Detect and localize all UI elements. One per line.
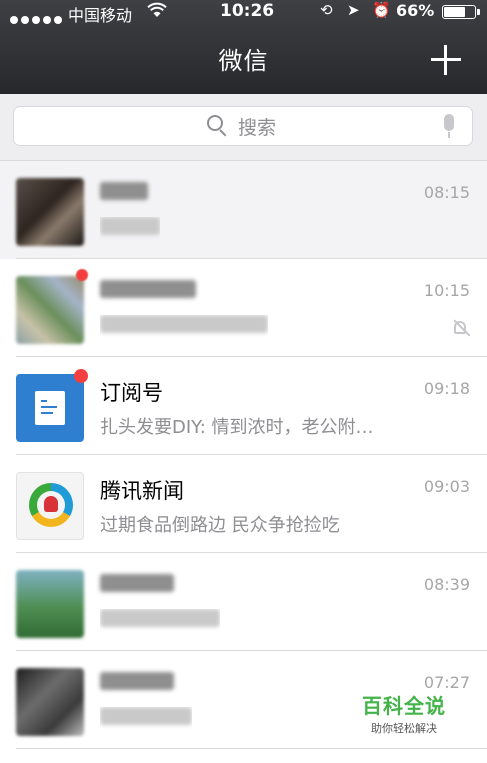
navigation-bar: 中国移动 10:26 ⟲ ➤ ⏰ 66% 微信 — [0, 0, 487, 94]
chat-preview-redacted — [100, 217, 160, 240]
status-bar: 中国移动 10:26 ⟲ ➤ ⏰ 66% — [0, 0, 487, 25]
wifi-icon — [147, 1, 167, 23]
chat-time: 09:03 — [423, 477, 470, 496]
tencent-news-icon — [16, 472, 84, 540]
chat-name: 订阅号 — [100, 381, 163, 405]
alarm-clock-icon: ⏰ — [372, 1, 391, 19]
chat-time: 08:39 — [423, 575, 470, 594]
chat-preview-redacted — [100, 707, 192, 730]
unread-dot — [74, 369, 88, 383]
subscription-document-icon — [16, 374, 84, 442]
avatar — [16, 570, 84, 638]
chat-name: 腾讯新闻 — [100, 479, 184, 503]
chat-preview-redacted — [100, 315, 268, 338]
search-icon — [207, 115, 227, 137]
chat-preview: 扎头发要DIY: 情到浓时，老公附… — [100, 417, 374, 438]
add-plus-icon[interactable] — [430, 44, 462, 76]
chat-name-redacted — [100, 181, 148, 205]
chat-time: 08:15 — [423, 183, 470, 202]
location-arrow-icon: ➤ — [347, 1, 360, 19]
search-input[interactable]: 搜索 — [13, 106, 473, 146]
carrier-name: 中国移动 — [68, 6, 133, 25]
watermark: 百科全说 助你轻松解决 — [354, 690, 454, 736]
microphone-icon[interactable] — [442, 114, 456, 140]
unread-badge — [76, 269, 88, 281]
chat-time: 10:15 — [423, 281, 470, 300]
mute-bell-icon — [451, 319, 471, 337]
avatar — [16, 178, 84, 246]
chat-row-subscriptions[interactable]: 订阅号 扎头发要DIY: 情到浓时，老公附… 09:18 — [0, 357, 487, 455]
group-avatar — [16, 276, 84, 344]
rotation-lock-icon: ⟲ — [320, 1, 333, 19]
signal-strength-icon — [10, 9, 65, 28]
page-title: 微信 — [218, 47, 269, 75]
search-placeholder: 搜索 — [238, 117, 277, 139]
row-divider — [16, 748, 487, 749]
watermark-title: 百科全说 — [362, 694, 446, 718]
search-bar-container: 搜索 — [0, 94, 487, 161]
chat-name-redacted — [100, 279, 196, 303]
watermark-subtitle: 助你轻松解决 — [371, 722, 437, 735]
avatar — [16, 668, 84, 736]
chat-row[interactable]: 08:39 — [0, 553, 487, 651]
chat-row-tencent-news[interactable]: 腾讯新闻 过期食品倒路边 民众争抢捡吃 09:03 — [0, 455, 487, 553]
chat-preview-redacted — [100, 609, 220, 632]
clock: 10:26 — [220, 1, 275, 21]
chat-row[interactable]: 10:15 — [0, 259, 487, 357]
chat-name-redacted — [100, 573, 174, 597]
battery-icon — [442, 5, 480, 19]
chat-preview: 过期食品倒路边 民众争抢捡吃 — [100, 515, 340, 536]
battery-percent: 66% — [396, 1, 435, 20]
chat-name-redacted — [100, 671, 174, 695]
chat-time: 09:18 — [423, 379, 470, 398]
chat-row[interactable]: 08:15 — [0, 161, 487, 259]
